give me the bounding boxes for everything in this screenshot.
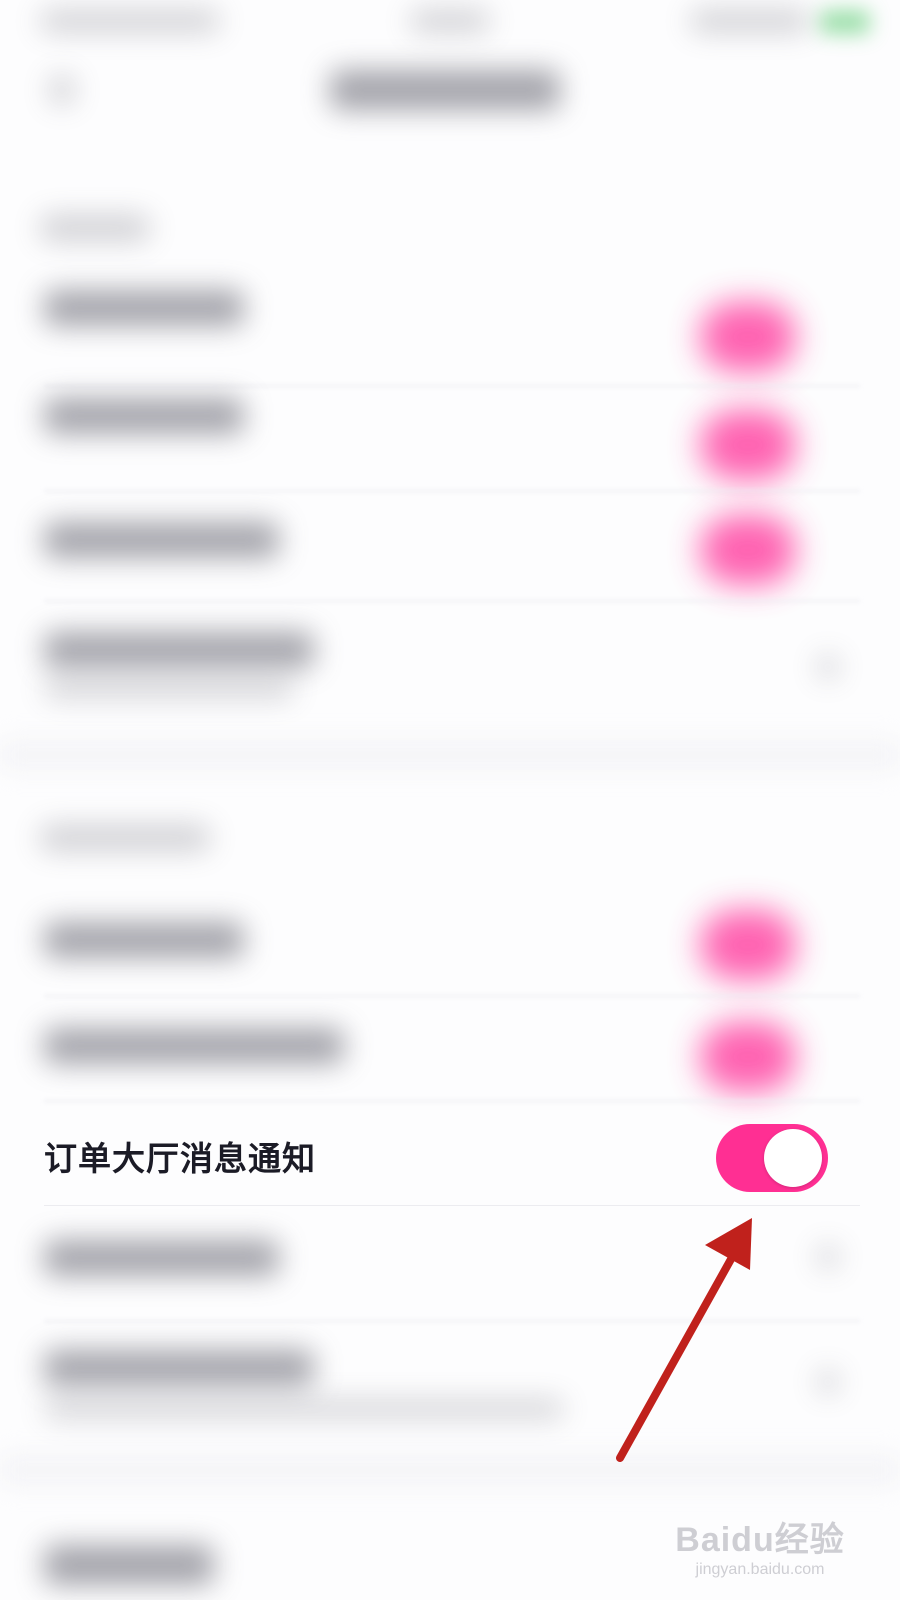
setting-row-10-label [44,1545,214,1585]
section-header-1 [40,215,150,241]
watermark-url: jingyan.baidu.com [695,1561,825,1578]
back-icon[interactable] [50,75,74,105]
setting-row-2-toggle[interactable] [700,410,796,480]
settings-screen: 订单大厅消息通知 Baidu经验 jingyan.baidu.com [0,0,900,1600]
setting-row-6-toggle[interactable] [700,1022,796,1092]
setting-row-3-label [44,522,279,558]
order-hall-notification-toggle[interactable] [716,1124,828,1192]
divider [44,600,860,602]
toggle-knob [764,1129,822,1187]
divider [44,385,860,387]
page-title [330,70,560,110]
section-separator [0,740,900,770]
section-separator [0,1455,900,1485]
status-bar-carrier [40,10,220,32]
section-header-2 [40,825,210,851]
setting-row-9-label [44,1350,314,1386]
setting-row-order-hall-notification: 订单大厅消息通知 [0,1104,900,1204]
setting-row-9-subtitle [44,1400,564,1418]
divider [44,490,860,492]
setting-row-2-label [44,398,244,434]
watermark-logo: Baidu经验 jingyan.baidu.com [670,1520,850,1580]
setting-row-6-label [44,1028,344,1064]
setting-row-1-label [44,290,244,326]
status-bar-icons [690,10,810,32]
setting-row-5-label [44,922,244,958]
setting-row-3-toggle[interactable] [700,515,796,585]
chevron-right-icon [818,655,838,679]
chevron-right-icon [818,1370,838,1394]
setting-label: 订单大厅消息通知 [44,1139,316,1178]
setting-row-1-toggle[interactable] [700,302,796,372]
setting-row-4-label [44,632,314,668]
status-bar-time [410,10,490,32]
divider [44,1100,860,1102]
divider [44,995,860,997]
setting-row-5-toggle[interactable] [700,910,796,980]
chevron-right-icon [818,1245,838,1269]
battery-icon [820,10,870,34]
watermark-brand: Baidu经验 [675,1521,845,1559]
divider [44,1320,860,1322]
setting-row-4-subtitle [44,680,294,698]
setting-row-8-label [44,1240,279,1276]
divider [44,1205,860,1206]
